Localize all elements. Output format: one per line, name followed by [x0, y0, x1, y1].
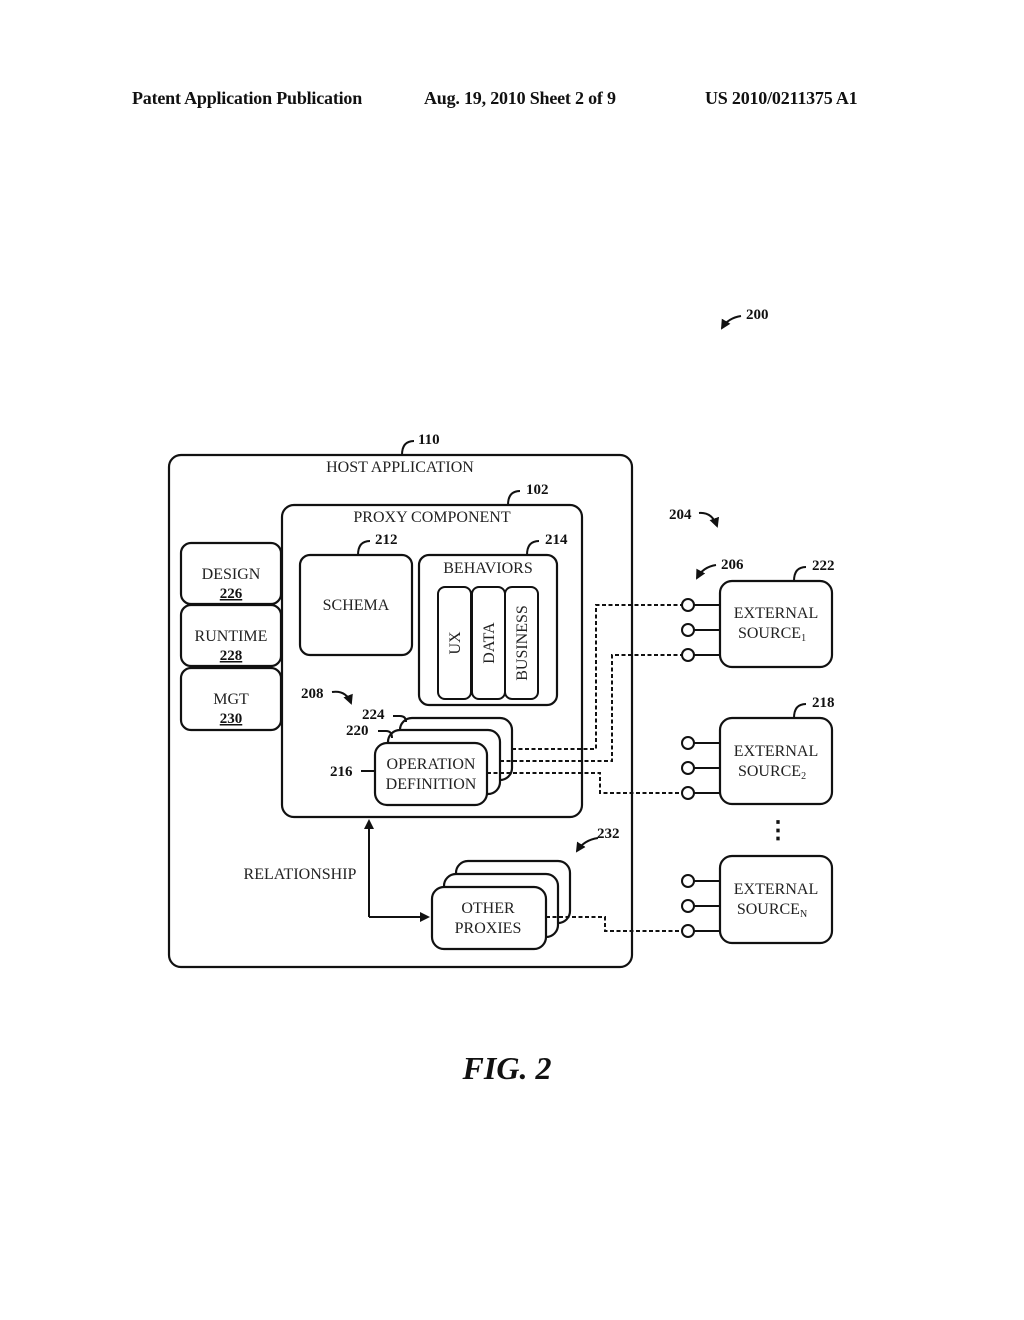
mgt-label: MGT: [213, 691, 249, 708]
runtime-ref: 228: [220, 648, 243, 664]
port-circle-icon: [681, 648, 695, 662]
behavior-business-label: BUSINESS: [514, 605, 531, 681]
figure-diagram: 200 HOST APPLICATION 110 DESIGN 226 RUNT…: [167, 307, 835, 1086]
runtime-label: RUNTIME: [195, 628, 268, 645]
port-circle-icon: [681, 899, 695, 913]
behavior-data-label: DATA: [481, 622, 498, 664]
source2-ref: 218: [812, 695, 835, 711]
behaviors-label: BEHAVIORS: [443, 560, 533, 577]
operation-ref-216: 216: [330, 764, 353, 780]
source2-line1: EXTERNAL: [734, 743, 818, 760]
ports-ref: 206: [721, 557, 744, 573]
design-ref: 226: [220, 586, 243, 602]
external-source-2: EXTERNAL SOURCE2 218: [681, 695, 835, 806]
side-module-mgt: MGT 230: [179, 666, 283, 732]
behaviors-ref: 214: [545, 532, 568, 548]
other-proxies-ref: 232: [597, 826, 620, 842]
sourceN-line2: SOURCEN: [737, 901, 807, 920]
operation-line2: DEFINITION: [386, 776, 477, 793]
side-module-runtime: RUNTIME 228: [179, 603, 283, 668]
operation-line1: OPERATION: [387, 756, 476, 773]
host-ref: 110: [418, 432, 440, 448]
behavior-ux-label: UX: [447, 631, 464, 655]
schema-label: SCHEMA: [323, 597, 390, 614]
port-circle-icon: [681, 786, 695, 800]
connectors-group-ref: 204: [669, 507, 692, 523]
operation-group-ref: 208: [301, 686, 324, 702]
operation-ref-224: 224: [362, 707, 385, 723]
external-source-n: EXTERNAL SOURCEN: [681, 854, 834, 945]
host-application-label: HOST APPLICATION: [326, 459, 474, 476]
other-proxies-line1: OTHER: [461, 900, 515, 917]
mgt-ref: 230: [220, 711, 243, 727]
other-proxies-line2: PROXIES: [455, 920, 522, 937]
ref-arrow-icon: [720, 315, 742, 330]
proxy-component-label: PROXY COMPONENT: [353, 509, 510, 526]
schema-ref: 212: [375, 532, 398, 548]
port-circle-icon: [681, 598, 695, 612]
relationship-label: RELATIONSHIP: [244, 866, 357, 883]
port-circle-icon: [681, 761, 695, 775]
design-label: DESIGN: [202, 566, 261, 583]
figure-ref-200: 200: [720, 307, 769, 330]
source1-line2: SOURCE1: [738, 625, 806, 644]
source1-line1: EXTERNAL: [734, 605, 818, 622]
side-module-design: DESIGN 226: [179, 541, 283, 606]
figure-label: FIG. 2: [462, 1050, 552, 1086]
behaviors-box: BEHAVIORS 214 UX DATA BUSINESS: [417, 532, 568, 707]
external-source-1: EXTERNAL SOURCE1 222: [681, 558, 835, 669]
port-circle-icon: [681, 736, 695, 750]
operation-definition-216: [373, 741, 489, 807]
ref-arrow-icon: [698, 511, 720, 528]
port-circle-icon: [681, 623, 695, 637]
port-circle-icon: [681, 924, 695, 938]
ref-arrow-icon: [696, 564, 717, 580]
figure-ref-label: 200: [746, 307, 769, 323]
ellipsis-icon: ⋮: [766, 818, 790, 844]
sourceN-line1: EXTERNAL: [734, 881, 818, 898]
operation-ref-220: 220: [346, 723, 369, 739]
source2-line2: SOURCE2: [738, 763, 806, 782]
proxy-ref: 102: [526, 482, 549, 498]
source1-ref: 222: [812, 558, 835, 574]
connector-refs: 204 206: [669, 507, 744, 580]
port-circle-icon: [681, 874, 695, 888]
